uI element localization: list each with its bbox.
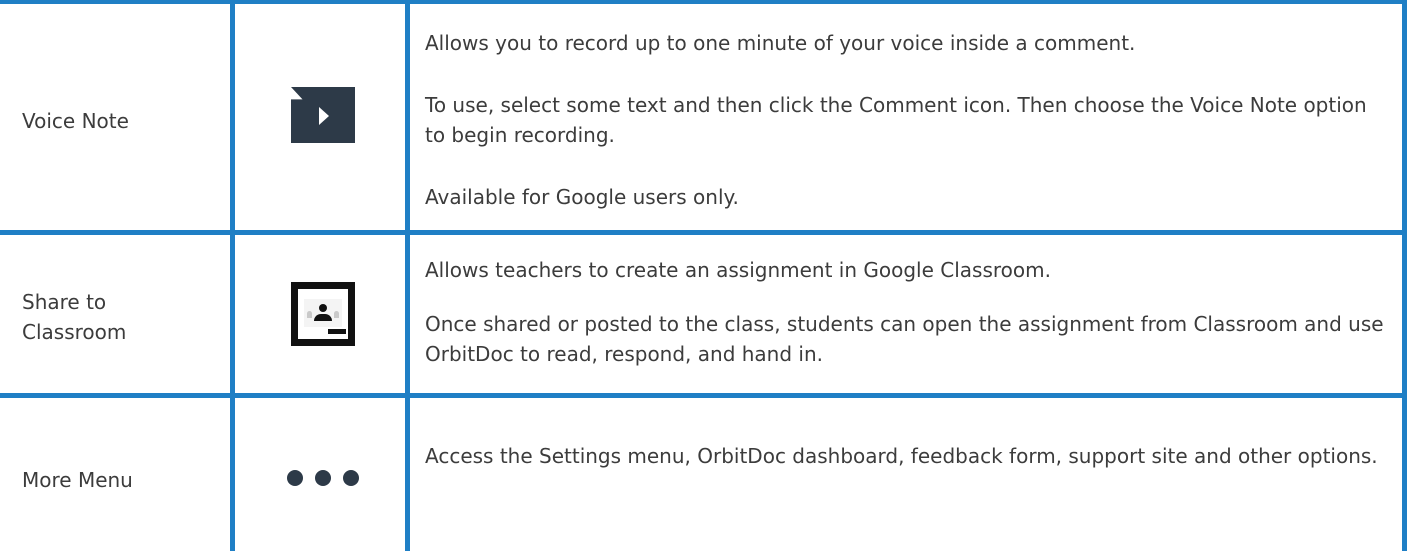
voice-note-icon <box>291 87 355 143</box>
description-line: Allows teachers to create an assignment … <box>425 258 1051 282</box>
row-label: Voice Note <box>22 109 129 133</box>
row-description: Allows you to record up to one minute of… <box>425 28 1385 212</box>
table-row: More Menu Access the Settings menu, Orbi… <box>0 398 1407 551</box>
icon-cell <box>240 0 406 230</box>
row-divider <box>0 230 1407 235</box>
table-row: Share to Classroom Allows teachers to cr… <box>0 235 1407 403</box>
icon-cell <box>240 433 406 523</box>
column-divider <box>230 0 235 551</box>
row-description: Allows teachers to create an assignment … <box>425 255 1385 369</box>
table-border-top <box>0 0 1407 4</box>
classroom-icon <box>291 282 355 346</box>
description-line: To use, select some text and then click … <box>425 93 1367 147</box>
row-divider <box>0 393 1407 398</box>
table-border-right <box>1402 0 1407 551</box>
icon-cell <box>240 235 406 393</box>
description-line: Access the Settings menu, OrbitDoc dashb… <box>425 444 1378 468</box>
description-line: Allows you to record up to one minute of… <box>425 31 1136 55</box>
more-dots-icon <box>287 470 359 486</box>
row-description: Access the Settings menu, OrbitDoc dashb… <box>425 441 1385 471</box>
row-label: Share to Classroom <box>22 290 127 344</box>
feature-table: Voice Note Allows you to record up to on… <box>0 0 1407 551</box>
row-label: More Menu <box>22 468 133 492</box>
description-line: Available for Google users only. <box>425 185 739 209</box>
table-row: Voice Note Allows you to record up to on… <box>0 0 1407 230</box>
description-line: Once shared or posted to the class, stud… <box>425 312 1384 366</box>
column-divider <box>405 0 410 551</box>
